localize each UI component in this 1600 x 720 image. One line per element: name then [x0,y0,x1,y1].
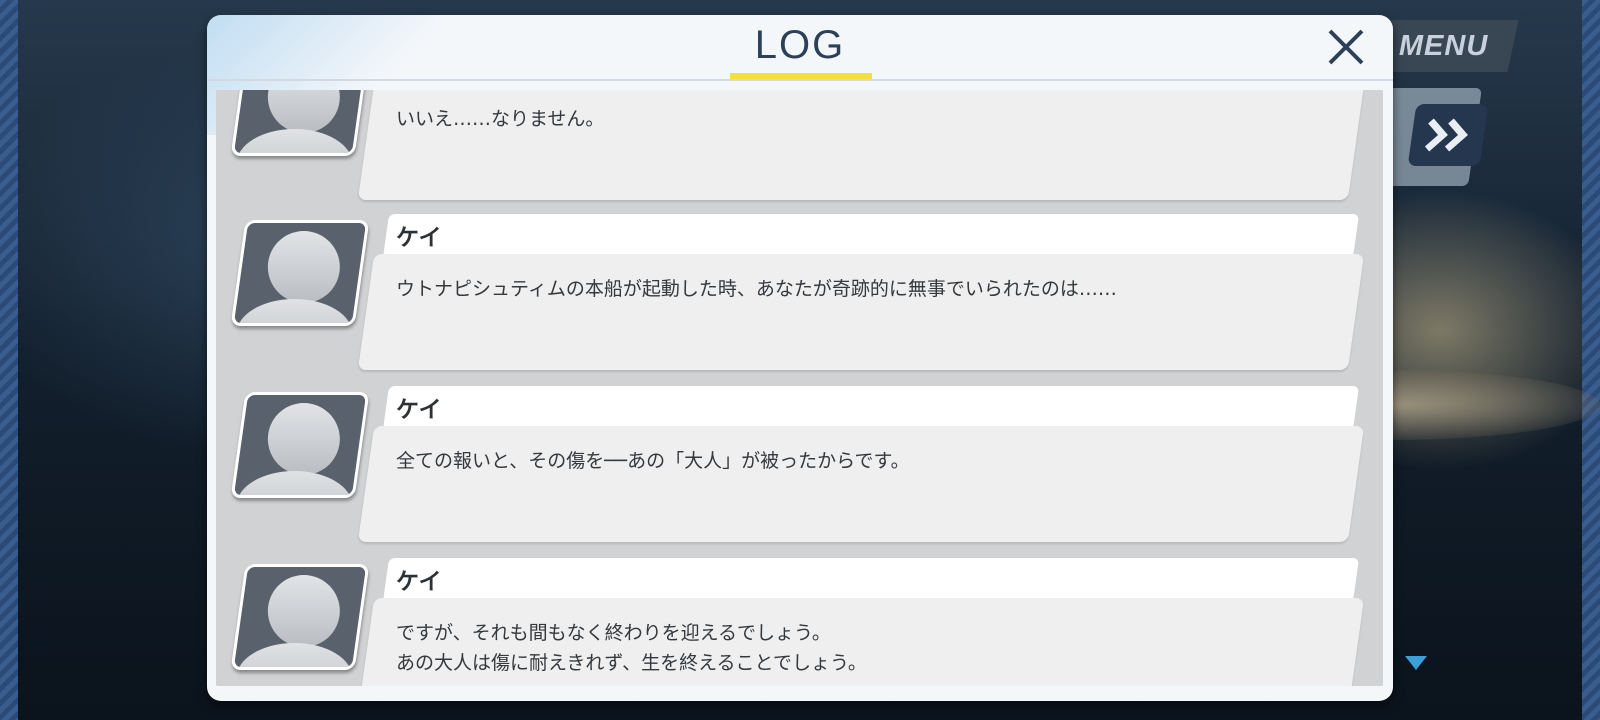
menu-label: MENU [1399,29,1489,62]
title-underline [730,73,872,79]
close-x-icon [1328,29,1364,65]
speaker-name-bar [382,214,1360,258]
avatar-head-icon [267,90,340,133]
speaker-portrait [230,220,370,326]
speaker-name-bar [382,386,1360,430]
speaker-name: ケイ [396,225,442,251]
speaker-portrait [230,90,370,156]
right-border-stripe [1582,0,1600,720]
speaker-portrait [230,392,370,498]
speaker-name: ケイ [396,569,442,595]
avatar-head-icon [267,403,340,475]
close-button[interactable] [1324,25,1368,69]
dialogue-line: あの大人は傷に耐えきれず、生を終えることでしょう。 [396,652,867,674]
log-dialog: LOG いいえ……なりません。 ケイ ウトナピシュティムの本船が起動した時、あな… [207,15,1393,701]
avatar-body-icon [236,299,353,326]
dialogue-line: いいえ……なりません。 [396,108,605,130]
log-title: LOG [754,23,846,67]
speaker-portrait [230,564,370,670]
log-entry: ケイ ですが、それも間もなく終わりを迎えるでしょう。 あの大人は傷に耐えきれず、… [216,558,1383,686]
log-entry: ケイ 全ての報いと、その傷を──あの「大人」が被ったからです。 [216,386,1383,550]
speaker-name: ケイ [396,397,442,423]
avatar-body-icon [236,471,353,498]
avatar-head-icon [267,231,340,303]
log-dialog-header: LOG [207,15,1393,81]
avatar-body-icon [236,129,353,156]
double-chevron-right-icon [1424,118,1468,152]
left-border-stripe [0,0,18,720]
fast-forward-button[interactable] [1407,104,1489,166]
dialogue-box [357,426,1365,542]
dialogue-line: ウトナピシュティムの本船が起動した時、あなたが奇跡的に無事でいられたのは…… [396,278,1117,300]
log-entry: ケイ ウトナピシュティムの本船が起動した時、あなたが奇跡的に無事でいられたのは…… [216,214,1383,378]
avatar-head-icon [267,575,340,647]
dialogue-line: ですが、それも間もなく終わりを迎えるでしょう。 [396,622,831,644]
avatar-body-icon [236,643,353,670]
log-scroll-area[interactable]: いいえ……なりません。 ケイ ウトナピシュティムの本船が起動した時、あなたが奇跡… [216,90,1383,686]
dialogue-line: 全ての報いと、その傷を──あの「大人」が被ったからです。 [396,450,910,472]
dialogue-box [357,254,1365,370]
speaker-name-bar [382,558,1360,602]
log-entry: いいえ……なりません。 [216,90,1383,208]
scroll-down-indicator-icon [1405,656,1427,670]
